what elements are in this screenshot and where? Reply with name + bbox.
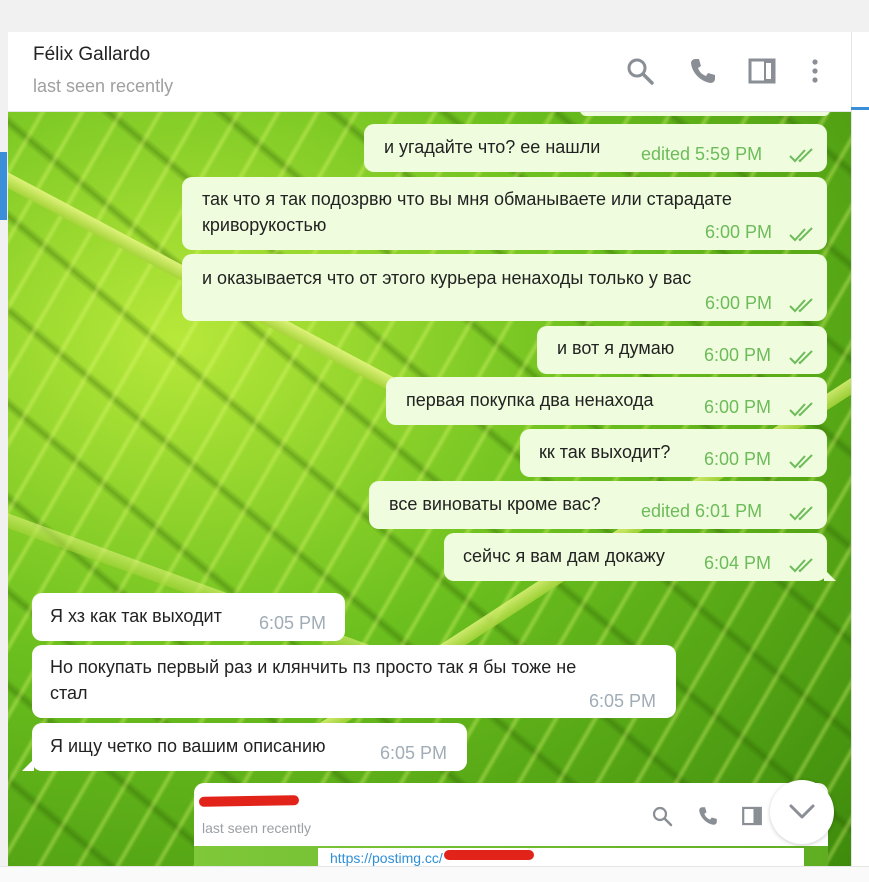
message-time: 6:05 PM <box>380 743 448 763</box>
peer-status: last seen recently <box>33 76 174 96</box>
sidebar-toggle-icon[interactable] <box>747 56 777 86</box>
read-checkmarks-icon <box>788 450 816 469</box>
redaction-scribble <box>444 850 534 860</box>
photo-message-preview[interactable]: last seen recently https://postimg.cc/ <box>194 783 828 866</box>
chat-area: и угадайте что? ее нашли edited 5:59 PM … <box>8 112 851 866</box>
bubble-tail <box>824 569 836 581</box>
read-checkmarks-icon <box>788 144 816 163</box>
message-bubble[interactable]: кк так выходит? 6:00 PM <box>520 429 827 477</box>
message-time: 6:00 PM <box>704 345 772 365</box>
read-checkmarks-icon <box>788 294 816 313</box>
message-text: сейчс я вам дам докажу <box>463 546 665 566</box>
read-checkmarks-icon <box>788 502 816 521</box>
message-bubble[interactable]: Я хз как так выходит 6:05 PM <box>32 593 345 641</box>
message-input-edge <box>0 866 869 882</box>
message-time: edited 5:59 PM <box>641 144 763 164</box>
message-text: стал <box>50 683 88 703</box>
message-time: 6:00 PM <box>705 222 773 242</box>
message-text: Но покупать первый раз и клянчить пз про… <box>50 657 577 677</box>
message-time: 6:00 PM <box>704 397 772 417</box>
message-bubble-partial[interactable] <box>580 112 830 116</box>
right-panel-edge <box>851 32 869 882</box>
message-text: так что я так подозрвю что вы мня обманы… <box>202 189 732 209</box>
read-checkmarks-icon <box>788 554 816 573</box>
preview-sidebar-icon <box>741 805 763 827</box>
message-text: Я ищу четко по вашим описанию <box>50 736 326 756</box>
read-checkmarks-icon <box>788 398 816 417</box>
scroll-to-bottom-button[interactable] <box>770 780 834 844</box>
message-text: первая покупка два ненахода <box>406 390 654 410</box>
message-time: 6:05 PM <box>259 613 327 633</box>
search-icon[interactable] <box>625 56 655 86</box>
message-bubble[interactable]: Я ищу четко по вашим описанию 6:05 PM <box>22 723 467 771</box>
phone-icon[interactable] <box>688 56 718 86</box>
message-text: криворукостью <box>202 215 327 235</box>
read-checkmarks-icon <box>788 223 816 242</box>
preview-phone-icon <box>697 805 719 827</box>
message-bubble[interactable]: Но покупать первый раз и клянчить пз про… <box>32 645 676 718</box>
message-bubble[interactable]: и угадайте что? ее нашли edited 5:59 PM <box>364 124 827 172</box>
preview-peer-status: last seen recently <box>202 820 311 836</box>
preview-link: https://postimg.cc/ <box>330 850 443 866</box>
message-bubble[interactable]: и оказывается что от этого курьера ненах… <box>182 254 827 321</box>
bubble-tail <box>22 759 34 771</box>
more-vertical-icon[interactable] <box>800 56 830 86</box>
message-time: 6:00 PM <box>705 293 773 313</box>
chat-header: Félix Gallardo last seen recently <box>8 32 851 112</box>
message-bubble[interactable]: все виноваты кроме вас? edited 6:01 PM <box>369 481 827 529</box>
message-bubble[interactable]: сейчс я вам дам докажу 6:04 PM <box>444 533 836 581</box>
preview-search-icon <box>651 805 673 827</box>
message-time: edited 6:01 PM <box>641 501 763 521</box>
message-bubble[interactable]: первая покупка два ненахода 6:00 PM <box>386 377 827 425</box>
read-checkmarks-icon <box>788 346 816 365</box>
message-bubble[interactable]: и вот я думаю 6:00 PM <box>537 326 827 374</box>
message-text: и оказывается что от этого курьера ненах… <box>202 268 692 288</box>
peer-name[interactable]: Félix Gallardo <box>33 44 150 66</box>
message-time: 6:05 PM <box>589 691 657 711</box>
chevron-down-icon <box>789 804 815 819</box>
message-text: и угадайте что? ее нашли <box>384 137 601 157</box>
message-text: все виноваты кроме вас? <box>389 494 601 514</box>
message-bubble[interactable]: так что я так подозрвю что вы мня обманы… <box>182 177 827 250</box>
message-time: 6:04 PM <box>704 553 772 573</box>
telegram-window: Félix Gallardo last seen recently и угад… <box>0 0 869 882</box>
message-text: и вот я думаю <box>557 338 675 358</box>
left-accent-bar <box>0 152 7 220</box>
right-accent-bar <box>851 107 869 110</box>
redaction-scribble <box>198 795 300 807</box>
message-text: кк так выходит? <box>539 442 671 462</box>
message-time: 6:00 PM <box>704 449 772 469</box>
message-text: Я хз как так выходит <box>50 606 222 626</box>
top-strip <box>0 0 869 32</box>
